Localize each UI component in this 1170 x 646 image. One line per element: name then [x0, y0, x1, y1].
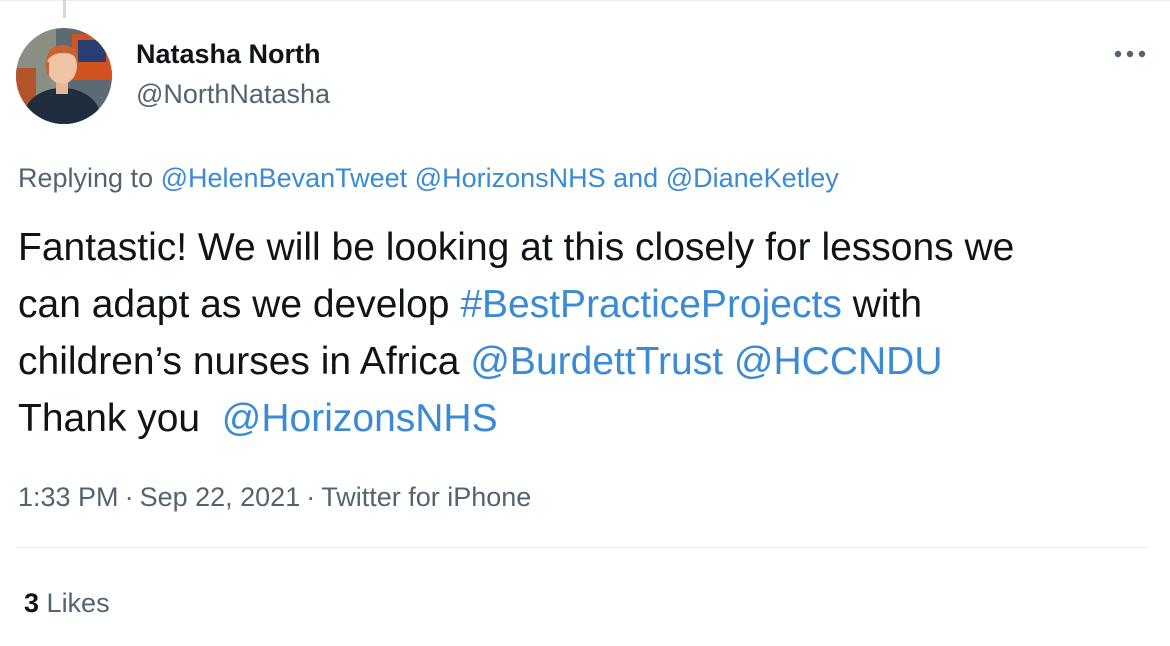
- meta-separator: ·: [306, 482, 316, 512]
- meta-separator: ·: [124, 482, 134, 512]
- mention-burdetttrust[interactable]: @BurdettTrust: [470, 340, 723, 383]
- tweet-date[interactable]: Sep 22, 2021: [140, 482, 301, 512]
- more-options-icon[interactable]: [1112, 42, 1148, 66]
- tweet-text-segment: can adapt as we develop: [18, 283, 450, 326]
- mention-horizonsnhs[interactable]: @HorizonsNHS: [222, 397, 498, 440]
- tweet-line-3: children’s nurses in Africa @BurdettTrus…: [18, 333, 1158, 390]
- reply-mention-horizonsnhs[interactable]: @HorizonsNHS: [415, 163, 606, 193]
- tweet-text-segment: with: [852, 283, 923, 326]
- replying-to: Replying to @HelenBevanTweet @HorizonsNH…: [18, 160, 839, 196]
- tweet-text-segment: children’s nurses in Africa: [18, 340, 460, 383]
- tweet-text: Fantastic! We will be looking at this cl…: [18, 219, 1158, 447]
- likes-count: 3: [24, 588, 40, 618]
- divider: [18, 547, 1148, 548]
- tweet-source[interactable]: Twitter for iPhone: [321, 482, 531, 512]
- tweet-line-1: Fantastic! We will be looking at this cl…: [18, 219, 1158, 276]
- likes-label: Likes: [46, 588, 110, 618]
- reply-conjunction[interactable]: and: [613, 163, 658, 193]
- likes-stat[interactable]: 3 Likes: [24, 585, 110, 621]
- author-name[interactable]: Natasha North: [136, 36, 330, 72]
- hashtag-bestpracticeprojects[interactable]: #BestPracticeProjects: [460, 283, 842, 326]
- author-handle[interactable]: @NorthNatasha: [136, 76, 330, 112]
- tweet-time[interactable]: 1:33 PM: [18, 482, 119, 512]
- avatar[interactable]: [16, 28, 112, 124]
- reply-mention-dianeketley[interactable]: @DianeKetley: [666, 163, 839, 193]
- mention-hccndu[interactable]: @HCCNDU: [734, 340, 943, 383]
- tweet-text-segment: Fantastic! We will be looking at this cl…: [18, 226, 1015, 269]
- top-border: [0, 0, 1170, 1]
- avatar-image: [16, 28, 112, 124]
- reply-mention-helenbevantweet[interactable]: @HelenBevanTweet: [161, 163, 408, 193]
- replying-prefix: Replying to: [18, 163, 154, 193]
- author-block: Natasha North @NorthNatasha: [136, 36, 330, 112]
- tweet-line-2: can adapt as we develop #BestPracticePro…: [18, 276, 1158, 333]
- tweet-line-4: Thank you @HorizonsNHS: [18, 390, 1158, 447]
- thread-connector-line: [63, 0, 66, 18]
- tweet-metadata: 1:33 PM · Sep 22, 2021 · Twitter for iPhone: [18, 479, 531, 515]
- tweet-text-segment: Thank you: [18, 397, 201, 440]
